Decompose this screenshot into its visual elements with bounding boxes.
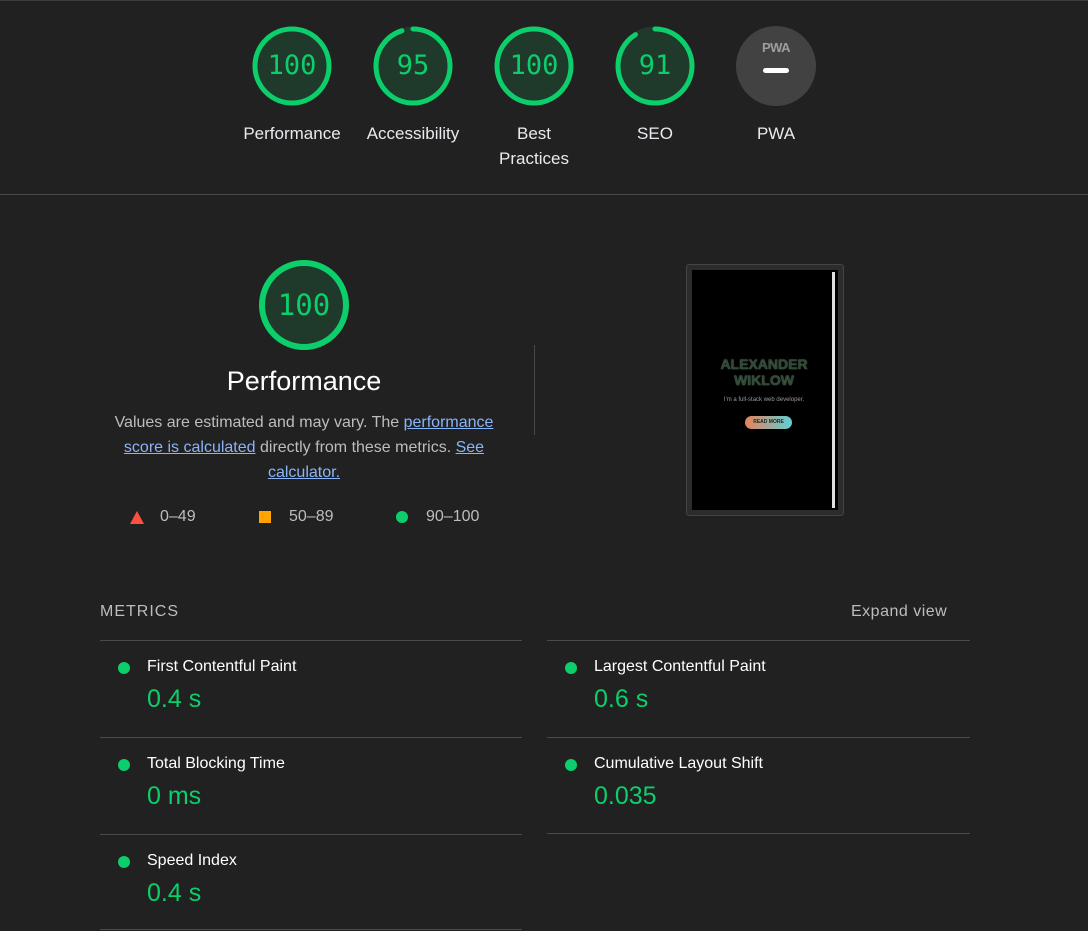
metric-speed-index[interactable]: Speed Index 0.4 s <box>100 834 522 931</box>
performance-score: 100 <box>277 288 331 322</box>
performance-gauge-large: 100 <box>258 259 350 351</box>
gauge-ring: 95 <box>372 25 454 107</box>
vertical-divider <box>534 345 535 435</box>
metric-largest-contentful-paint[interactable]: Largest Contentful Paint 0.6 s <box>547 640 970 737</box>
pass-circle-icon <box>565 662 577 674</box>
metric-value: 0.4 s <box>147 685 202 713</box>
lighthouse-report: 100 Performance 95 Accessibility 100 Bes… <box>0 0 1088 931</box>
screenshot-viewport: ALEXANDER WIKLOW I'm a full-stack web de… <box>692 270 838 510</box>
desc-text: directly from these metrics. <box>255 439 456 456</box>
metric-first-contentful-paint[interactable]: First Contentful Paint 0.4 s <box>100 640 522 737</box>
pass-circle-icon <box>565 759 577 771</box>
pwa-badge-text: PWA <box>761 40 791 55</box>
metric-title: Total Blocking Time <box>147 755 285 772</box>
metric-divider <box>100 929 522 930</box>
circle-icon <box>396 511 408 523</box>
metric-value: 0.6 s <box>594 685 649 713</box>
performance-description: Values are estimated and may vary. The p… <box>104 410 504 485</box>
metric-cumulative-layout-shift[interactable]: Cumulative Layout Shift 0.035 <box>547 737 970 834</box>
square-icon <box>259 511 271 523</box>
screenshot-read-more-button: READ MORE <box>745 416 792 429</box>
gauge-label: PWA <box>756 124 796 143</box>
gauge-ring: 100 <box>251 25 333 107</box>
final-screenshot[interactable]: ALEXANDER WIKLOW I'm a full-stack web de… <box>686 264 844 516</box>
gauge-label: SEO <box>637 124 673 143</box>
legend-range: 50–89 <box>289 508 334 525</box>
screenshot-subtitle: I'm a full-stack web developer. <box>723 397 805 403</box>
pwa-dash-icon <box>763 68 789 73</box>
gauge-label: Best Practices <box>499 124 569 168</box>
gauge-performance[interactable]: 100 Performance <box>232 25 352 146</box>
metric-title: Largest Contentful Paint <box>594 658 766 675</box>
metric-title: Cumulative Layout Shift <box>594 755 763 772</box>
gauge-score: 100 <box>509 50 559 81</box>
gauge-pwa[interactable]: PWA PWA <box>716 25 836 146</box>
triangle-icon <box>130 511 144 524</box>
metric-value: 0 ms <box>147 782 202 810</box>
metric-title: First Contentful Paint <box>147 658 297 675</box>
pass-circle-icon <box>118 662 130 674</box>
pwa-badge: PWA <box>736 26 816 106</box>
screenshot-scrollbar <box>832 272 835 508</box>
metric-title: Speed Index <box>147 852 237 869</box>
gauge-label: Accessibility <box>366 124 460 143</box>
pass-circle-icon <box>118 759 130 771</box>
desc-text: Values are estimated and may vary. The <box>114 414 404 431</box>
metric-value: 0.035 <box>594 782 657 810</box>
metrics-header: METRICS <box>100 603 179 620</box>
gauge-ring: 100 <box>493 25 575 107</box>
metric-divider <box>547 833 970 834</box>
legend-range: 90–100 <box>426 508 480 525</box>
gauge-best-practices[interactable]: 100 Best Practices <box>474 25 594 171</box>
metric-total-blocking-time[interactable]: Total Blocking Time 0 ms <box>100 737 522 834</box>
legend-range: 0–49 <box>160 508 196 525</box>
gauge-score: 100 <box>267 50 317 81</box>
gauge-score: 95 <box>396 50 430 81</box>
metric-value: 0.4 s <box>147 879 202 907</box>
gauge-label: Performance <box>243 124 341 143</box>
gauge-ring: 91 <box>614 25 696 107</box>
pass-circle-icon <box>118 856 130 868</box>
gauge-score: 91 <box>638 50 672 81</box>
gauge-accessibility[interactable]: 95 Accessibility <box>353 25 473 146</box>
gauge-seo[interactable]: 91 SEO <box>595 25 715 146</box>
performance-title: Performance <box>226 366 382 396</box>
expand-view-toggle[interactable]: Expand view <box>851 603 947 621</box>
score-summary: 100 Performance 95 Accessibility 100 Bes… <box>0 0 1088 195</box>
screenshot-heading: ALEXANDER WIKLOW <box>720 356 808 388</box>
